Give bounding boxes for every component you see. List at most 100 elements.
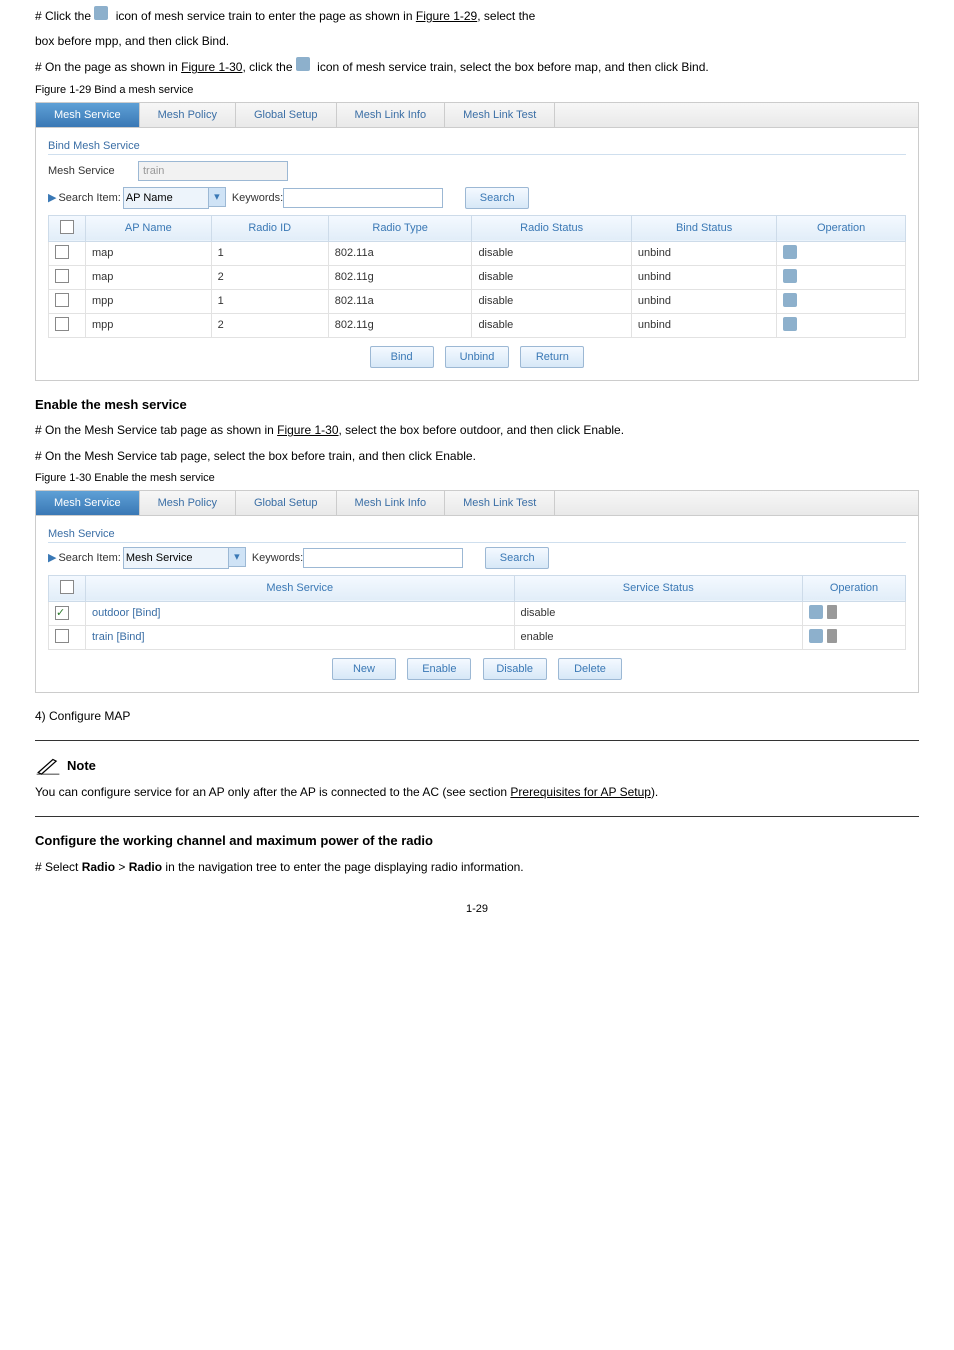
label: Keywords: [232, 192, 283, 204]
page-number: 1-29 [35, 903, 919, 915]
text: # Select [35, 860, 82, 874]
checkbox[interactable] [55, 629, 69, 643]
op-icon[interactable] [809, 629, 823, 643]
tab-mesh-service[interactable]: Mesh Service [36, 103, 140, 127]
section-title: Bind Mesh Service [48, 140, 918, 152]
label: Keywords: [252, 552, 303, 564]
op-icon[interactable] [783, 293, 797, 307]
tab-global-setup[interactable]: Global Setup [236, 103, 337, 127]
tabs: Mesh Service Mesh Policy Global Setup Me… [36, 491, 918, 516]
op-icon[interactable] [783, 269, 797, 283]
search-item-select[interactable] [123, 547, 229, 569]
keywords-input[interactable] [283, 188, 443, 208]
note-icon [35, 755, 61, 777]
label: Search Item: [58, 192, 120, 204]
mesh-service-screenshot: Mesh Service Mesh Policy Global Setup Me… [35, 490, 919, 693]
mesh-service-input[interactable] [138, 161, 288, 181]
text: Radio [129, 860, 162, 874]
checkbox[interactable] [55, 245, 69, 259]
text: icon of mesh service train to enter the … [112, 9, 416, 23]
tabs: Mesh Service Mesh Policy Global Setup Me… [36, 103, 918, 128]
text: , select the box before outdoor, and the… [339, 423, 625, 437]
figure-caption: Figure 1-29 Bind a mesh service [35, 84, 919, 96]
inline-op-icon [94, 6, 108, 20]
col-mesh-service: Mesh Service [86, 575, 515, 601]
text: , select the [477, 9, 535, 23]
rule [35, 816, 919, 817]
col-bs: Bind Status [631, 215, 776, 241]
enable-button[interactable]: Enable [407, 658, 471, 680]
bind-mesh-screenshot: Mesh Service Mesh Policy Global Setup Me… [35, 102, 919, 381]
link-fig30-b[interactable]: Figure 1-30 [277, 423, 338, 437]
heading: Enable the mesh service [35, 395, 919, 416]
tab-mesh-service[interactable]: Mesh Service [36, 491, 140, 515]
step-heading: 4) Configure MAP [35, 707, 919, 726]
text: in the navigation tree to enter the page… [162, 860, 524, 874]
note-label: Note [67, 758, 96, 773]
search-item-select[interactable] [123, 187, 209, 209]
chevron-down-icon[interactable]: ▾ [209, 187, 226, 207]
col-op: Operation [777, 215, 906, 241]
section-title: Mesh Service [48, 528, 918, 540]
bind-button[interactable]: Bind [370, 346, 434, 368]
text: > [115, 860, 129, 874]
return-button[interactable]: Return [520, 346, 584, 368]
table-row: mpp2802.11gdisableunbind [49, 313, 906, 337]
tab-mesh-link-test[interactable]: Mesh Link Test [445, 491, 555, 515]
checkbox[interactable] [55, 317, 69, 331]
new-button[interactable]: New [332, 658, 396, 680]
op-icon[interactable] [809, 605, 823, 619]
table-row: outdoor [Bind]disable [49, 601, 906, 625]
text: # On the Mesh Service tab page as shown … [35, 423, 277, 437]
op-icon[interactable] [783, 245, 797, 259]
inline-op-icon [296, 57, 310, 71]
table-row: map2802.11gdisableunbind [49, 265, 906, 289]
col-rs: Radio Status [472, 215, 631, 241]
keywords-input[interactable] [303, 548, 463, 568]
text: Radio [82, 860, 115, 874]
search-button[interactable]: Search [485, 547, 549, 569]
services-table: Mesh Service Service Status Operation ou… [48, 575, 906, 650]
mesh-link[interactable]: train [Bind] [92, 631, 145, 643]
checkbox[interactable] [55, 606, 69, 620]
heading: Configure the working channel and maximu… [35, 831, 919, 852]
tab-mesh-policy[interactable]: Mesh Policy [140, 491, 236, 515]
text: # On the page as shown in [35, 60, 181, 74]
text: You can configure service for an AP only… [35, 785, 510, 799]
label: Search Item: [58, 552, 120, 564]
link-fig29[interactable]: Figure 1-29 [416, 9, 477, 23]
search-button[interactable]: Search [465, 187, 529, 209]
rule [35, 740, 919, 741]
unbind-button[interactable]: Unbind [445, 346, 509, 368]
text: ). [651, 785, 658, 799]
delete-button[interactable]: Delete [558, 658, 622, 680]
col-ap: AP Name [86, 215, 212, 241]
checkbox-all[interactable] [60, 220, 74, 234]
trash-icon[interactable] [827, 629, 837, 643]
tab-mesh-link-info[interactable]: Mesh Link Info [337, 103, 446, 127]
disable-button[interactable]: Disable [483, 658, 547, 680]
chevron-down-icon[interactable]: ▾ [229, 547, 246, 567]
tab-mesh-link-info[interactable]: Mesh Link Info [337, 491, 446, 515]
tab-mesh-policy[interactable]: Mesh Policy [140, 103, 236, 127]
checkbox[interactable] [55, 293, 69, 307]
op-icon[interactable] [783, 317, 797, 331]
text: # Click the [35, 9, 94, 23]
radios-table: AP Name Radio ID Radio Type Radio Status… [48, 215, 906, 338]
col-op: Operation [803, 575, 906, 601]
link-fig30[interactable]: Figure 1-30 [181, 60, 242, 74]
text: # On the Mesh Service tab page, select t… [35, 447, 919, 466]
arrow-icon: ▶ [48, 551, 56, 564]
col-status: Service Status [514, 575, 803, 601]
checkbox-all[interactable] [60, 580, 74, 594]
mesh-link[interactable]: outdoor [Bind] [92, 607, 161, 619]
link-prereq[interactable]: Prerequisites for AP Setup [510, 785, 651, 799]
trash-icon[interactable] [827, 605, 837, 619]
checkbox[interactable] [55, 269, 69, 283]
figure-caption: Figure 1-30 Enable the mesh service [35, 472, 919, 484]
tab-mesh-link-test[interactable]: Mesh Link Test [445, 103, 555, 127]
label: Mesh Service [48, 165, 138, 177]
table-row: mpp1802.11adisableunbind [49, 289, 906, 313]
text: box before mpp, and then click Bind. [35, 32, 919, 51]
tab-global-setup[interactable]: Global Setup [236, 491, 337, 515]
